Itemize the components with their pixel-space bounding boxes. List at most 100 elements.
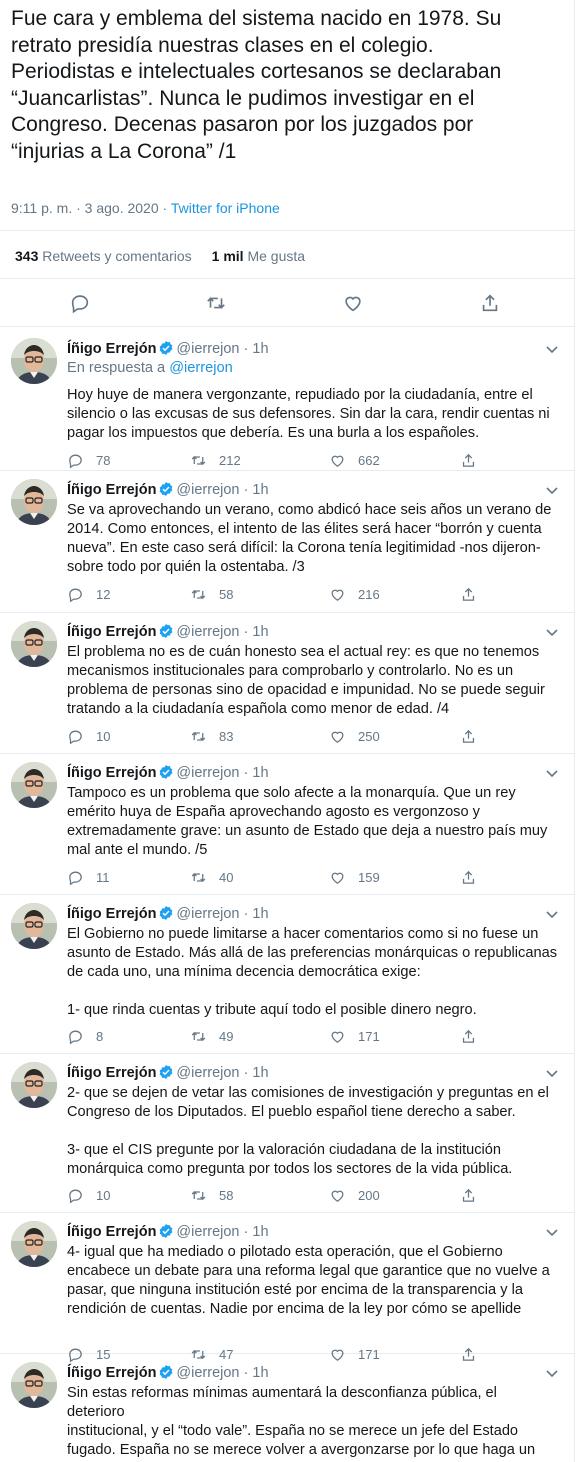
tweet-time[interactable]: 1h (252, 906, 268, 922)
retweets-stat[interactable]: 343 Retweets y comentarios (15, 248, 192, 264)
retweet-button[interactable]: 40 (190, 867, 233, 887)
like-icon (331, 872, 344, 884)
author-name[interactable]: Íñigo Errejón (67, 1065, 156, 1081)
reply-tweet[interactable]: Íñigo Errejón @ierrejon · 1h El problema n… (0, 613, 574, 754)
author-name[interactable]: Íñigo Errejón (67, 765, 156, 781)
tweet-text: Hoy huye de manera vergonzante, repudiad… (67, 387, 550, 441)
share-icon (462, 870, 475, 884)
reply-tweet[interactable]: Íñigo Errejón @ierrejon · 1h 4- igual que … (0, 1213, 574, 1362)
author-handle[interactable]: @ierrejon (176, 906, 239, 922)
retweet-button[interactable]: 83 (190, 726, 233, 746)
tweet-header: Íñigo Errejón @ierrejon · 1h (67, 906, 269, 922)
share-button[interactable] (460, 1026, 489, 1046)
share-button[interactable] (460, 1185, 489, 1205)
in-reply-to-handle[interactable]: @ierrejon (169, 360, 232, 376)
avatar[interactable] (11, 1362, 57, 1408)
author-name[interactable]: Íñigo Errejón (67, 624, 156, 640)
tweet-source-link[interactable]: Twitter for iPhone (171, 200, 280, 216)
share-icon[interactable] (479, 292, 501, 314)
chevron-down-icon[interactable] (545, 1227, 559, 1237)
avatar[interactable] (11, 903, 57, 949)
retweet-icon (191, 455, 206, 465)
like-icon (331, 1190, 344, 1202)
like-icon (331, 731, 344, 743)
retweet-button[interactable]: 58 (190, 1185, 233, 1205)
like-button[interactable]: 171 (329, 1026, 380, 1046)
tweet-time[interactable]: 1h (252, 482, 268, 498)
tweet-time[interactable]: 1h (252, 1224, 268, 1240)
tweet-time[interactable]: 1h (252, 1065, 268, 1081)
reply-button[interactable]: 12 (67, 584, 110, 604)
like-button[interactable]: 662 (329, 450, 380, 470)
author-handle[interactable]: @ierrejon (176, 624, 239, 640)
avatar[interactable] (11, 762, 57, 808)
like-icon[interactable] (342, 292, 364, 314)
reply-button[interactable]: 11 (67, 867, 110, 887)
author-handle[interactable]: @ierrejon (176, 1224, 239, 1240)
chevron-down-icon[interactable] (545, 768, 559, 778)
share-button[interactable] (460, 726, 489, 746)
author-handle[interactable]: @ierrejon (176, 482, 239, 498)
retweet-button[interactable]: 212 (190, 450, 241, 470)
tweet-time[interactable]: 1h (252, 765, 268, 781)
author-handle[interactable]: @ierrejon (176, 1065, 239, 1081)
reply-tweet[interactable]: Íñigo Errejón @ierrejon · 1h Sin estas ref… (0, 1354, 574, 1462)
avatar[interactable] (11, 621, 57, 667)
tweet-time[interactable]: 1h (252, 1365, 268, 1381)
likes-stat[interactable]: 1 mil Me gusta (212, 248, 305, 264)
avatar[interactable] (11, 1062, 57, 1108)
author-name[interactable]: Íñigo Errejón (67, 1224, 156, 1240)
author-handle[interactable]: @ierrejon (176, 341, 239, 357)
like-button[interactable]: 159 (329, 867, 380, 887)
author-name[interactable]: Íñigo Errejón (67, 482, 156, 498)
like-icon (331, 589, 344, 601)
tweet-header: Íñigo Errejón @ierrejon · 1h (67, 624, 269, 640)
like-button[interactable]: 216 (329, 584, 380, 604)
author-name[interactable]: Íñigo Errejón (67, 906, 156, 922)
chevron-down-icon[interactable] (545, 485, 559, 495)
reply-tweet[interactable]: Íñigo Errejón @ierrejon · 1h Tampoco es un… (0, 754, 574, 895)
reply-icon[interactable] (69, 292, 91, 314)
reply-button[interactable]: 10 (67, 726, 110, 746)
like-button[interactable]: 200 (329, 1185, 380, 1205)
reply-icon (69, 871, 82, 885)
reply-tweet[interactable]: Íñigo Errejón @ierrejon · 1h Se va aprovec… (0, 471, 574, 613)
reply-button[interactable]: 8 (67, 1026, 103, 1046)
like-icon (331, 1031, 344, 1043)
author-handle[interactable]: @ierrejon (176, 1365, 239, 1381)
chevron-down-icon[interactable] (545, 627, 559, 637)
tweet-timestamp[interactable]: 9:11 p. m. · 3 ago. 2020 (11, 200, 159, 216)
chevron-down-icon[interactable] (545, 1368, 559, 1378)
tweet-time[interactable]: 1h (252, 624, 268, 640)
reply-button[interactable]: 78 (67, 450, 110, 470)
like-count: 200 (358, 1187, 380, 1203)
like-button[interactable]: 250 (329, 726, 380, 746)
in-reply-to: En respuesta a @ierrejon (67, 360, 233, 376)
retweet-button[interactable]: 49 (190, 1026, 233, 1046)
avatar[interactable] (11, 338, 57, 384)
author-name[interactable]: Íñigo Errejón (67, 1365, 156, 1381)
tweet-time[interactable]: 1h (252, 341, 268, 357)
tweet-header: Íñigo Errejón @ierrejon · 1h (67, 1065, 269, 1081)
share-button[interactable] (460, 867, 489, 887)
retweet-icon (191, 589, 206, 599)
chevron-down-icon[interactable] (545, 1068, 559, 1078)
author-handle[interactable]: @ierrejon (176, 765, 239, 781)
reply-tweet[interactable]: Íñigo Errejón @ierrejon · 1h El Gobierno n… (0, 895, 574, 1054)
reply-count: 8 (96, 1028, 104, 1044)
reply-tweet[interactable]: Íñigo Errejón @ierrejon · 1h 2- que se dej… (0, 1054, 574, 1213)
reply-icon (69, 588, 82, 602)
retweet-button[interactable]: 58 (190, 584, 233, 604)
reply-tweet[interactable]: Íñigo Errejón @ierrejon · 1h En respuesta … (0, 330, 574, 471)
share-button[interactable] (460, 584, 489, 604)
reply-icon (69, 730, 82, 744)
retweet-icon[interactable] (205, 292, 227, 314)
chevron-down-icon[interactable] (545, 909, 559, 919)
author-name[interactable]: Íñigo Errejón (67, 341, 156, 357)
verified-badge-icon (160, 1224, 173, 1238)
avatar[interactable] (11, 1221, 57, 1267)
reply-button[interactable]: 10 (67, 1185, 110, 1205)
chevron-down-icon[interactable] (545, 344, 559, 354)
share-button[interactable] (460, 450, 489, 470)
avatar[interactable] (11, 479, 57, 525)
